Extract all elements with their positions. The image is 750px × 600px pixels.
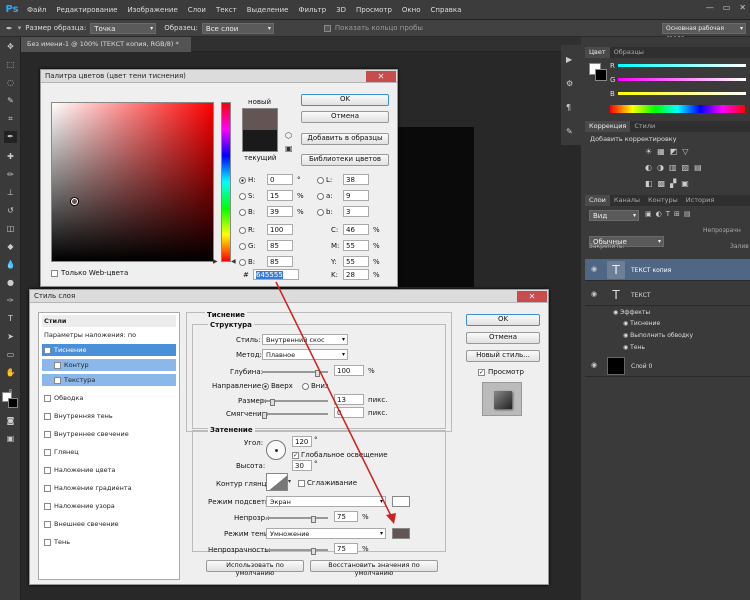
annotation-arrow-head xyxy=(386,513,396,524)
annotation-arrow-line xyxy=(275,281,394,521)
annotation-arrow xyxy=(275,281,396,524)
